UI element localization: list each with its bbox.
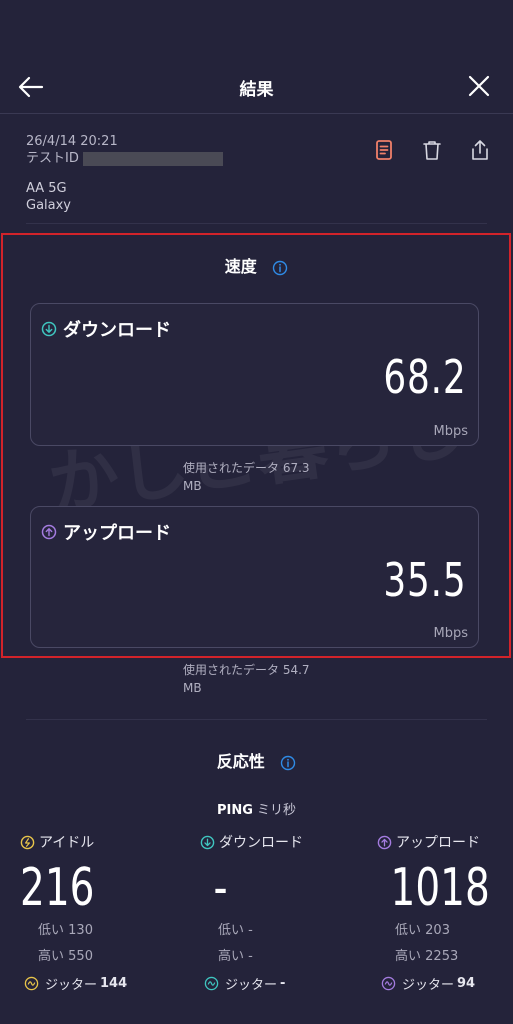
ping-upload-stats: 低い 203 高い 2253 xyxy=(377,918,507,970)
network-info: AA 5G Galaxy xyxy=(26,180,71,214)
idle-label: アイドル xyxy=(39,835,95,851)
ping-upload-jitter-value: 94 xyxy=(457,976,476,991)
idle-jitter-label: ジッター xyxy=(45,978,98,993)
ping-text: PING xyxy=(216,803,253,818)
test-meta: 26/4/14 20:21 テストID xyxy=(26,133,223,167)
ping-download-header: ダウンロード xyxy=(200,832,350,852)
test-datetime: 26/4/14 20:21 xyxy=(26,134,118,149)
idle-value: 216 xyxy=(20,858,95,918)
upload-data-used-text: 使用されたデータ 54.7 xyxy=(183,663,310,677)
ping-download-jitter-label: ジッター xyxy=(225,978,278,993)
idle-high: 高い 550 xyxy=(38,944,170,970)
ping-download-low-label: 低い xyxy=(218,923,245,938)
download-arrow-icon xyxy=(200,835,215,849)
page-title: 結果 xyxy=(239,80,274,100)
ping-download-high: 高い - xyxy=(218,944,350,970)
app-header: 結果 xyxy=(0,60,513,112)
idle-jitter: ジッター 144 xyxy=(20,974,170,993)
operator-name: AA 5G xyxy=(26,181,67,196)
trash-icon[interactable] xyxy=(420,138,444,162)
ping-download-low: 低い - xyxy=(218,918,350,944)
upload-arrow-icon xyxy=(377,835,392,849)
ping-upload-low-label: 低い xyxy=(395,923,422,938)
ping-download-column: ダウンロード - 低い - 高い - ジッター - xyxy=(200,832,350,993)
ping-download-label: ダウンロード xyxy=(219,835,303,851)
info-icon[interactable] xyxy=(280,755,296,771)
idle-stats: 低い 130 高い 550 xyxy=(20,918,170,970)
header-divider xyxy=(0,113,513,114)
ping-upload-high: 高い 2253 xyxy=(395,944,507,970)
jitter-wave-icon xyxy=(381,976,396,991)
upload-data-used-unit: MB xyxy=(183,681,202,695)
upload-data-used: 使用されたデータ 54.7 MB xyxy=(183,661,310,697)
section-divider-2 xyxy=(26,719,487,720)
share-icon[interactable] xyxy=(468,138,492,162)
ping-upload-column: アップロード 1018 低い 203 高い 2253 ジッター 94 xyxy=(377,832,507,993)
idle-low-value: 130 xyxy=(68,923,93,938)
jitter-wave-icon xyxy=(24,976,39,991)
idle-high-value: 550 xyxy=(68,949,93,964)
ping-upload-high-label: 高い xyxy=(395,949,422,964)
ping-upload-low-value: 203 xyxy=(425,923,450,938)
ping-idle-column: アイドル 216 低い 130 高い 550 ジッター 144 xyxy=(20,832,170,993)
ping-download-value: - xyxy=(213,858,228,918)
highlight-box xyxy=(1,233,511,658)
notes-icon[interactable] xyxy=(372,138,396,162)
ping-upload-low: 低い 203 xyxy=(395,918,507,944)
ping-upload-jitter: ジッター 94 xyxy=(377,974,507,993)
ping-download-high-label: 高い xyxy=(218,949,245,964)
ping-download-jitter: ジッター - xyxy=(200,974,350,993)
idle-low-label: 低い xyxy=(38,923,65,938)
idle-low: 低い 130 xyxy=(38,918,170,944)
idle-high-label: 高い xyxy=(38,949,65,964)
responsiveness-section-title: 反応性 xyxy=(0,748,513,772)
test-id-row: テストID xyxy=(26,150,223,167)
responsiveness-title: 反応性 xyxy=(216,752,265,771)
device-name: Galaxy xyxy=(26,198,72,213)
ping-label: PING ミリ秒 xyxy=(0,799,513,818)
ping-upload-value: 1018 xyxy=(390,858,490,918)
ping-download-jitter-value: - xyxy=(280,976,286,991)
ping-download-stats: 低い - 高い - xyxy=(200,918,350,970)
idle-icon xyxy=(20,835,35,849)
ping-download-low-value: - xyxy=(248,923,253,938)
jitter-wave-icon xyxy=(204,976,219,991)
ping-unit: ミリ秒 xyxy=(257,803,297,818)
idle-header: アイドル xyxy=(20,832,170,852)
idle-jitter-value: 144 xyxy=(100,976,128,991)
results-screen: 結果 26/4/14 20:21 テストID AA 5G Galaxy かしこ暮… xyxy=(0,0,513,1024)
ping-download-high-value: - xyxy=(248,949,253,964)
test-id-redacted xyxy=(82,151,223,166)
ping-upload-jitter-label: ジッター xyxy=(402,978,455,993)
ping-upload-header: アップロード xyxy=(377,832,507,852)
test-id-label: テストID xyxy=(26,151,79,166)
ping-upload-high-value: 2253 xyxy=(425,949,459,964)
close-icon[interactable] xyxy=(465,72,493,100)
ping-upload-label: アップロード xyxy=(396,835,480,851)
section-divider xyxy=(26,223,487,224)
